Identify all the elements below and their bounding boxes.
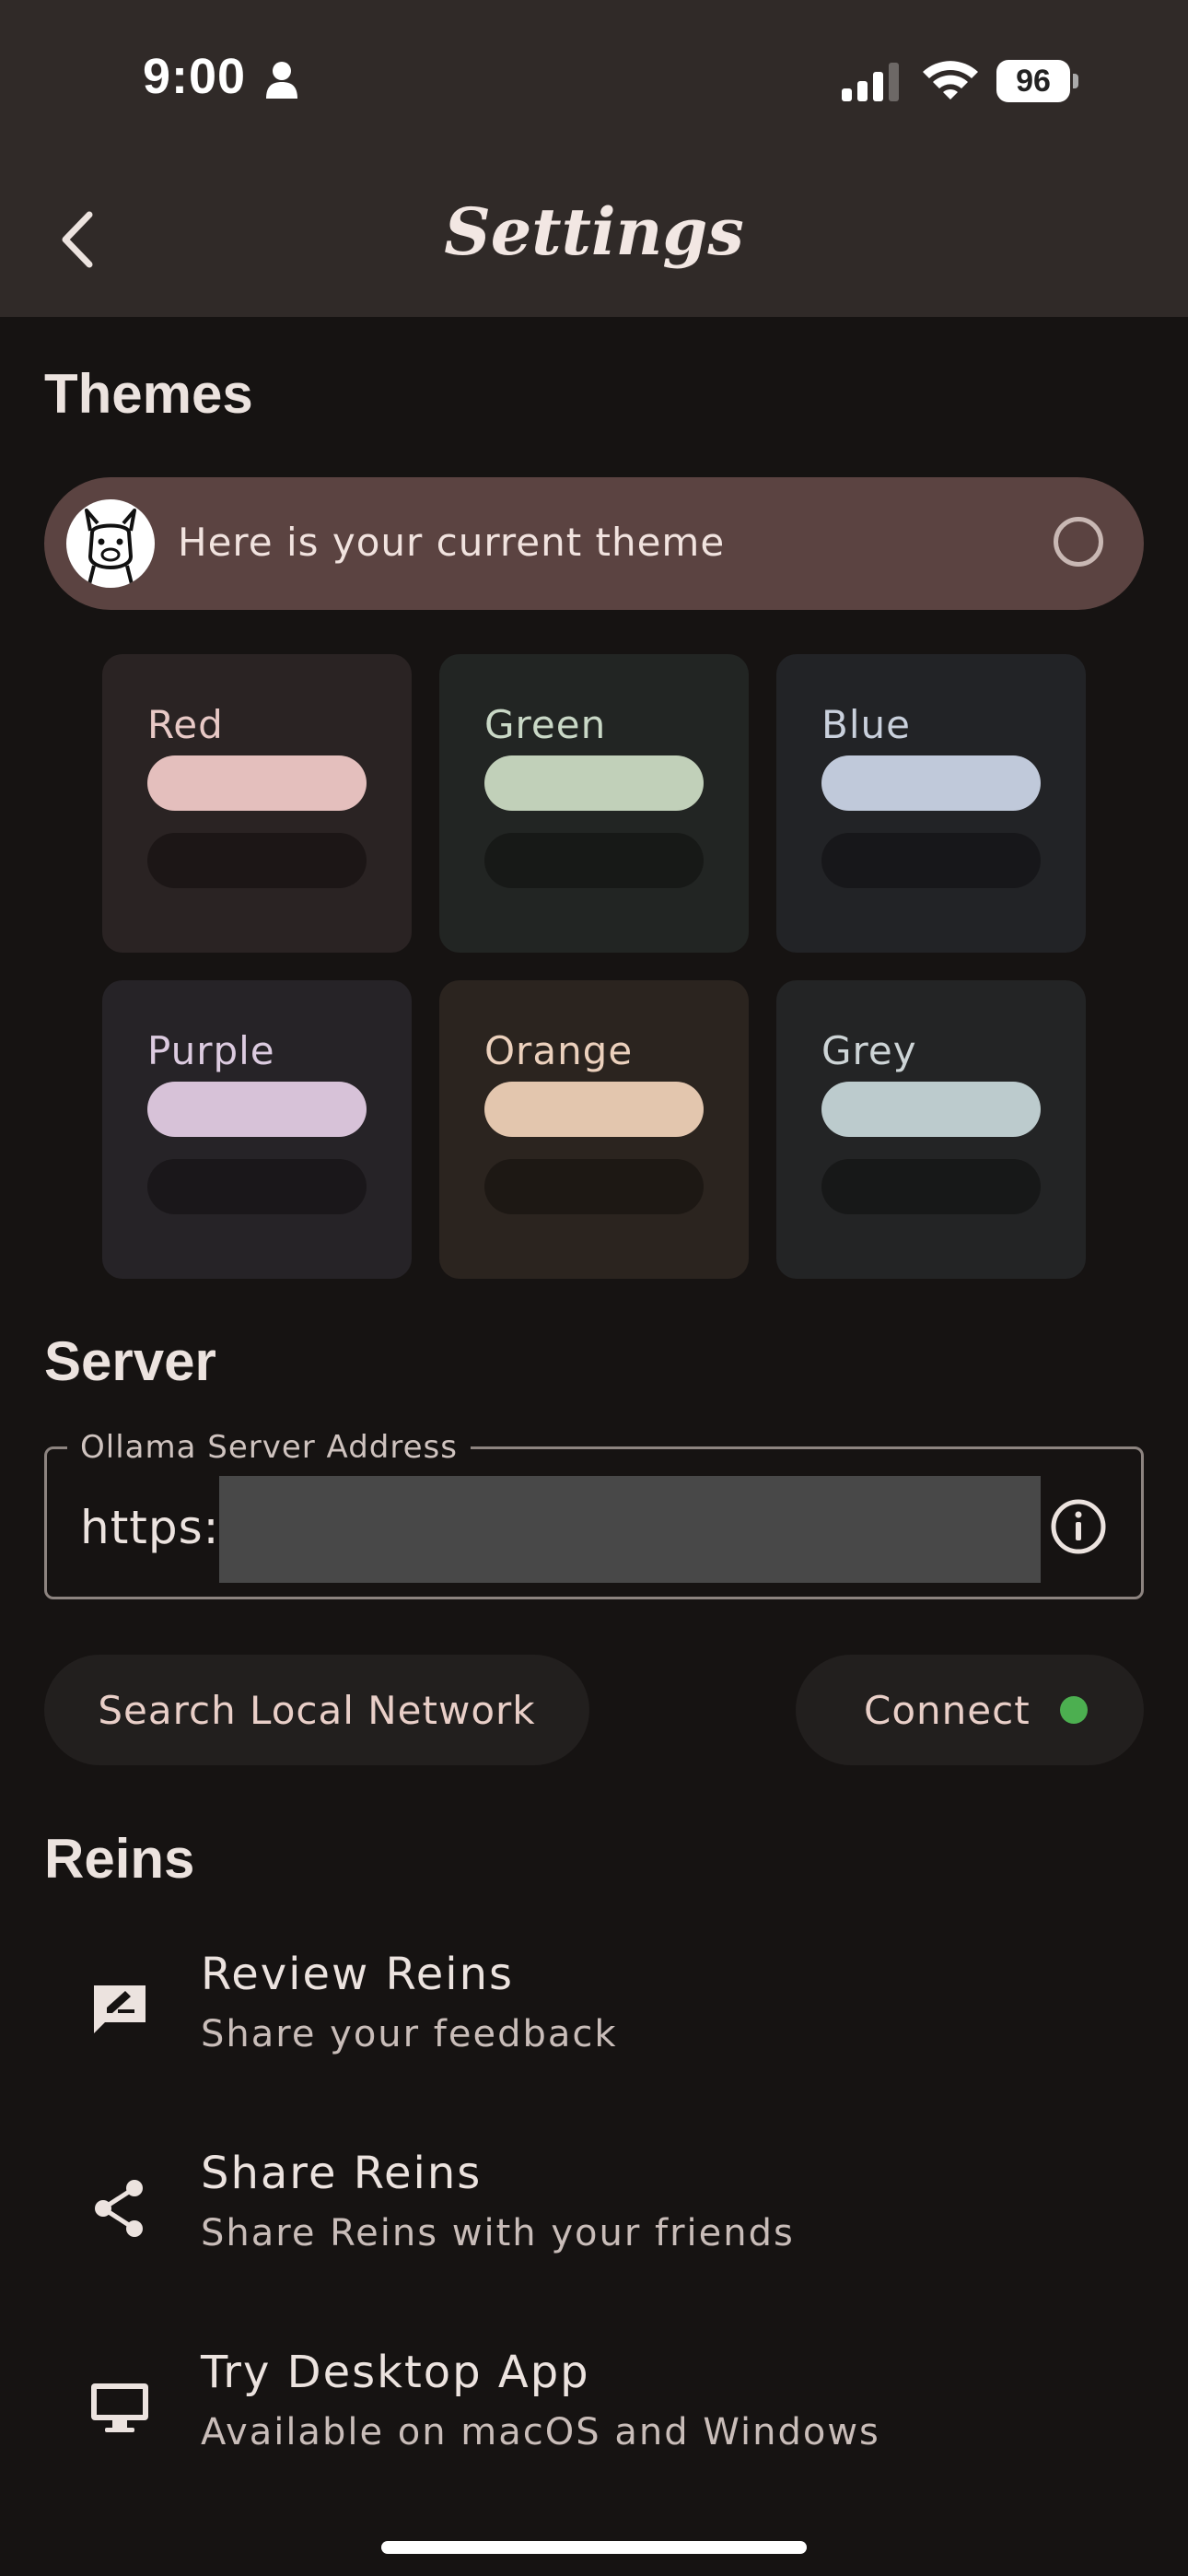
list-item-title: Review Reins — [201, 1949, 515, 2000]
redacted-address — [219, 1476, 1041, 1583]
theme-name: Red — [147, 702, 224, 747]
rate-review-icon — [94, 1985, 146, 2033]
theme-secondary-swatch — [821, 1159, 1041, 1214]
theme-card-green[interactable]: Green — [439, 654, 749, 953]
server-section-title: Server — [44, 1330, 216, 1392]
app-header: 9:00 96 Settings — [0, 0, 1188, 317]
server-address-value[interactable]: https:/ — [80, 1501, 236, 1554]
list-item-try-desktop-app[interactable]: Try Desktop App Available on macOS and W… — [44, 2328, 1144, 2494]
theme-card-red[interactable]: Red — [102, 654, 412, 953]
reins-section-title: Reins — [44, 1828, 195, 1890]
current-theme-label: Here is your current theme — [178, 520, 726, 565]
home-indicator[interactable] — [381, 2541, 807, 2554]
theme-card-blue[interactable]: Blue — [776, 654, 1086, 953]
list-item-subtitle: Share your feedback — [201, 2013, 618, 2055]
connect-button[interactable]: Connect — [796, 1655, 1144, 1765]
theme-grid: Red Green Blue Purple Orange Grey — [102, 654, 1086, 1279]
info-icon[interactable] — [1049, 1497, 1108, 1556]
theme-primary-swatch — [821, 1082, 1041, 1137]
theme-name: Blue — [821, 702, 911, 747]
search-local-network-label: Search Local Network — [98, 1687, 536, 1733]
list-item-subtitle: Available on macOS and Windows — [201, 2411, 880, 2453]
theme-radio-button[interactable] — [1054, 517, 1103, 567]
theme-secondary-swatch — [484, 1159, 704, 1214]
theme-name: Green — [484, 702, 607, 747]
theme-secondary-swatch — [484, 833, 704, 888]
list-item-title: Share Reins — [201, 2148, 483, 2199]
llama-avatar — [66, 499, 155, 588]
theme-primary-swatch — [821, 755, 1041, 811]
theme-primary-swatch — [147, 755, 367, 811]
theme-secondary-swatch — [147, 833, 367, 888]
theme-name: Grey — [821, 1028, 917, 1073]
theme-primary-swatch — [147, 1082, 367, 1137]
theme-card-orange[interactable]: Orange — [439, 980, 749, 1279]
person-icon — [266, 62, 297, 99]
cellular-signal-icon — [842, 63, 899, 101]
page-title: Settings — [444, 193, 744, 270]
theme-primary-swatch — [484, 1082, 704, 1137]
theme-card-purple[interactable]: Purple — [102, 980, 412, 1279]
theme-card-grey[interactable]: Grey — [776, 980, 1086, 1279]
list-item-share-reins[interactable]: Share Reins Share Reins with your friend… — [44, 2129, 1144, 2295]
desktop-monitor-icon — [91, 2383, 148, 2432]
theme-name: Purple — [147, 1028, 275, 1073]
connect-label: Connect — [864, 1687, 1031, 1733]
theme-secondary-swatch — [147, 1159, 367, 1214]
list-item-title: Try Desktop App — [201, 2347, 590, 2398]
list-item-subtitle: Share Reins with your friends — [201, 2212, 795, 2254]
themes-section-title: Themes — [44, 363, 253, 425]
battery-level: 96 — [996, 60, 1070, 102]
theme-primary-swatch — [484, 755, 704, 811]
current-theme-banner[interactable]: Here is your current theme — [44, 477, 1144, 610]
status-time: 9:00 — [143, 49, 247, 104]
list-item-review-reins[interactable]: Review Reins Share your feedback — [44, 1930, 1144, 2096]
llama-icon — [85, 509, 136, 588]
server-address-label: Ollama Server Address — [67, 1429, 471, 1466]
theme-secondary-swatch — [821, 833, 1041, 888]
battery-icon: 96 — [996, 59, 1081, 103]
wifi-icon — [923, 61, 978, 100]
theme-name: Orange — [484, 1028, 634, 1073]
connection-status-dot — [1059, 1696, 1088, 1724]
search-local-network-button[interactable]: Search Local Network — [44, 1655, 589, 1765]
share-icon — [95, 2180, 143, 2237]
server-address-field[interactable]: Ollama Server Address https:/ — [44, 1429, 1144, 1599]
